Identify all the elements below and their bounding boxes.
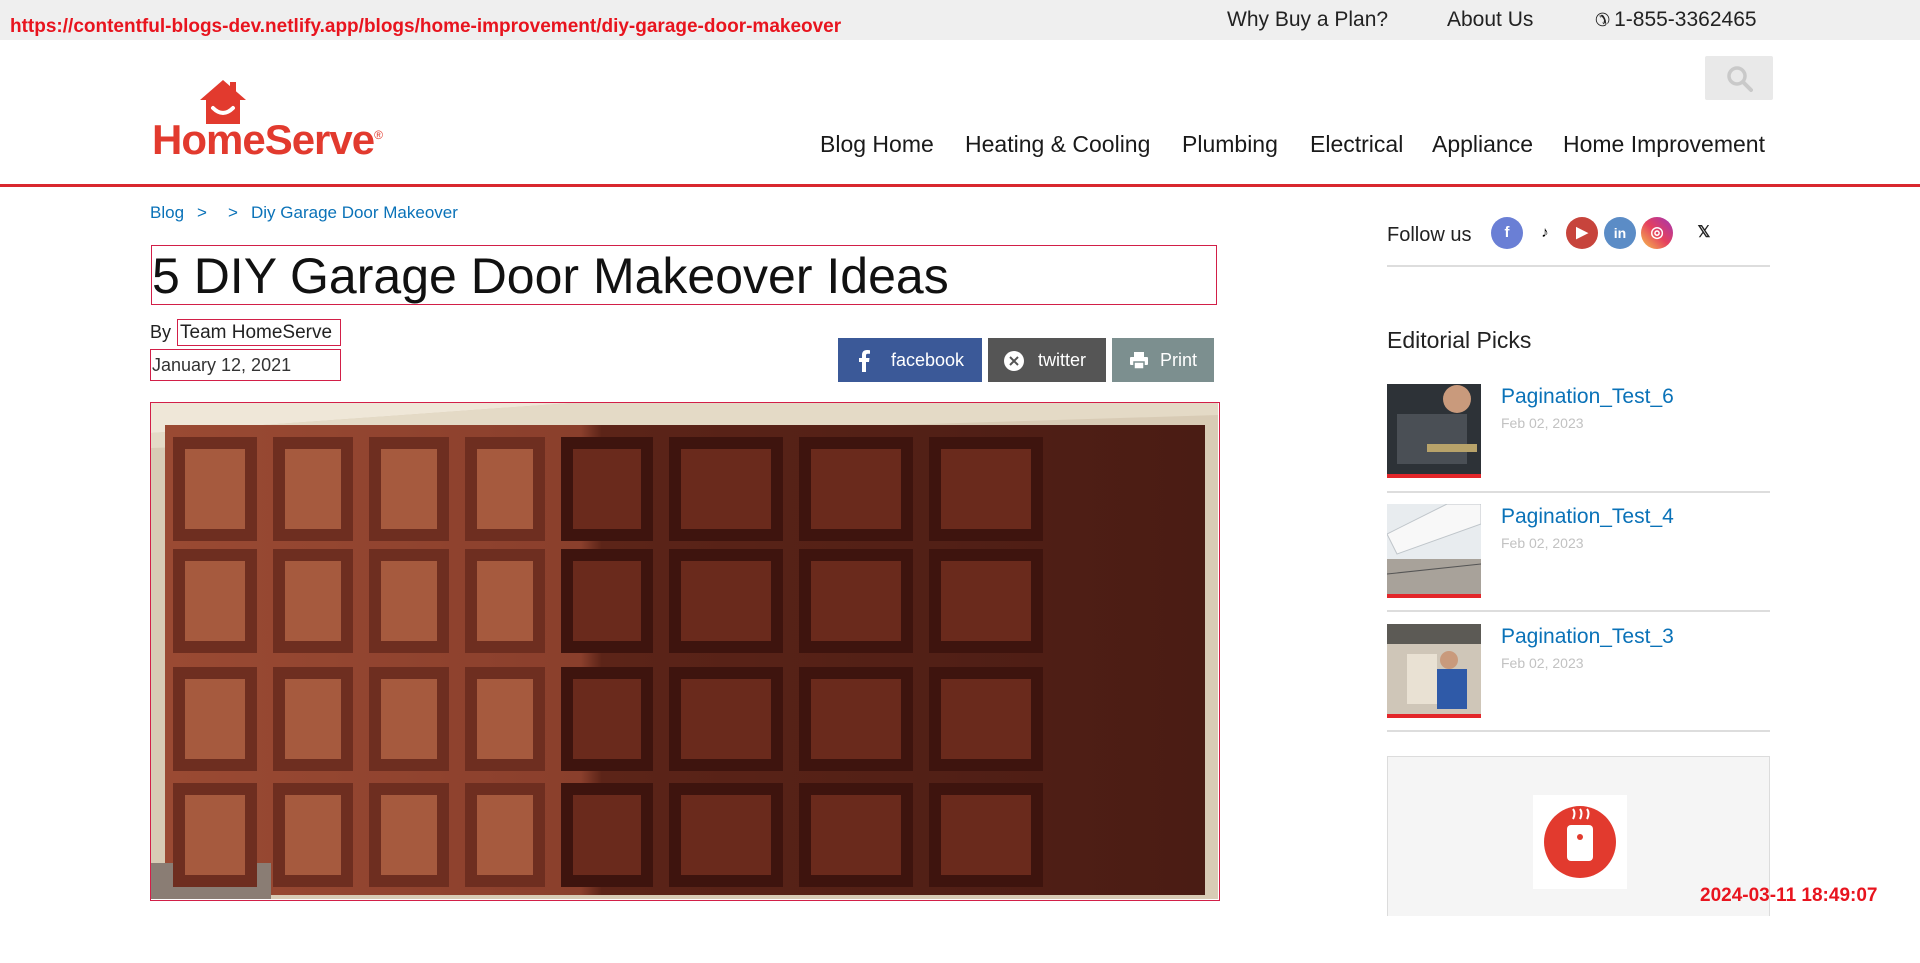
pick-date: Feb 02, 2023: [1501, 535, 1584, 551]
sidebar-divider: [1387, 610, 1770, 612]
nav-home-improvement[interactable]: Home Improvement: [1563, 131, 1765, 158]
publish-date: January 12, 2021: [152, 355, 292, 375]
breadcrumb-separator: >: [228, 203, 238, 222]
breadcrumb-separator: >: [197, 203, 207, 222]
phone-number: 1-855-3362465: [1614, 8, 1757, 31]
pick-date: Feb 02, 2023: [1501, 415, 1584, 431]
sidebar-divider: [1387, 265, 1770, 267]
nav-electrical[interactable]: Electrical: [1310, 131, 1403, 158]
share-facebook-button[interactable]: facebook: [838, 338, 982, 382]
sidebar-divider: [1387, 730, 1770, 732]
facebook-icon: [858, 350, 870, 377]
url-overlay: https://contentful-blogs-dev.netlify.app…: [10, 16, 842, 37]
phone-link[interactable]: ✆ 1-855-3362465: [1595, 8, 1757, 34]
tiktok-icon[interactable]: ♪: [1529, 217, 1561, 249]
timestamp-overlay: 2024-03-11 18:49:07: [1700, 885, 1878, 906]
pick-title[interactable]: Pagination_Test_3: [1501, 625, 1674, 649]
print-label: Print: [1160, 350, 1198, 370]
water-heater-icon: [1533, 795, 1627, 889]
phone-icon: ✆: [1595, 10, 1611, 30]
hero-image: [150, 402, 1220, 901]
pick-thumbnail[interactable]: [1387, 624, 1481, 718]
share-facebook-label: facebook: [891, 350, 965, 370]
pick-date: Feb 02, 2023: [1501, 655, 1584, 671]
why-buy-plan-link[interactable]: Why Buy a Plan?: [1227, 8, 1388, 34]
follow-us-label: Follow us: [1387, 224, 1472, 246]
print-button[interactable]: Print: [1112, 338, 1214, 382]
sidebar-divider: [1387, 491, 1770, 493]
thumbnail-accent-bar: [1387, 474, 1481, 478]
share-twitter-label: twitter: [1038, 350, 1087, 370]
pick-thumbnail[interactable]: [1387, 384, 1481, 478]
x-icon: [1004, 351, 1024, 376]
nav-heating-cooling[interactable]: Heating & Cooling: [965, 131, 1150, 158]
header-divider: [0, 184, 1920, 187]
printer-icon: [1130, 352, 1148, 374]
pick-title[interactable]: Pagination_Test_4: [1501, 505, 1674, 529]
about-us-link[interactable]: About Us: [1447, 8, 1533, 34]
search-icon: [1727, 66, 1753, 92]
author-link[interactable]: Team HomeServe: [180, 322, 332, 344]
pick-thumbnail[interactable]: [1387, 504, 1481, 598]
facebook-icon[interactable]: f: [1491, 217, 1523, 249]
breadcrumb-blog[interactable]: Blog: [150, 203, 184, 223]
byline-prefix: By: [150, 322, 172, 342]
nav-blog-home[interactable]: Blog Home: [820, 131, 934, 158]
garage-door-photo: [151, 403, 1218, 899]
breadcrumb-current: Diy Garage Door Makeover: [251, 203, 458, 222]
thumbnail-accent-bar: [1387, 714, 1481, 718]
editorial-picks-title: Editorial Picks: [1387, 327, 1532, 353]
share-twitter-button[interactable]: twitter: [988, 338, 1106, 382]
nav-appliance[interactable]: Appliance: [1432, 131, 1533, 158]
instagram-icon[interactable]: ◎: [1641, 217, 1673, 249]
nav-plumbing[interactable]: Plumbing: [1182, 131, 1278, 158]
page-title: 5 DIY Garage Door Makeover Ideas: [152, 248, 949, 304]
linkedin-icon[interactable]: in: [1604, 217, 1636, 249]
homeserve-logo[interactable]: HomeServe®: [152, 80, 383, 163]
thumbnail-accent-bar: [1387, 594, 1481, 598]
youtube-icon[interactable]: ▶: [1566, 217, 1598, 249]
x-icon[interactable]: 𝕏: [1688, 217, 1720, 249]
search-button[interactable]: [1705, 56, 1773, 100]
logo-wordmark: HomeServe®: [152, 116, 383, 163]
pick-title[interactable]: Pagination_Test_6: [1501, 385, 1674, 409]
